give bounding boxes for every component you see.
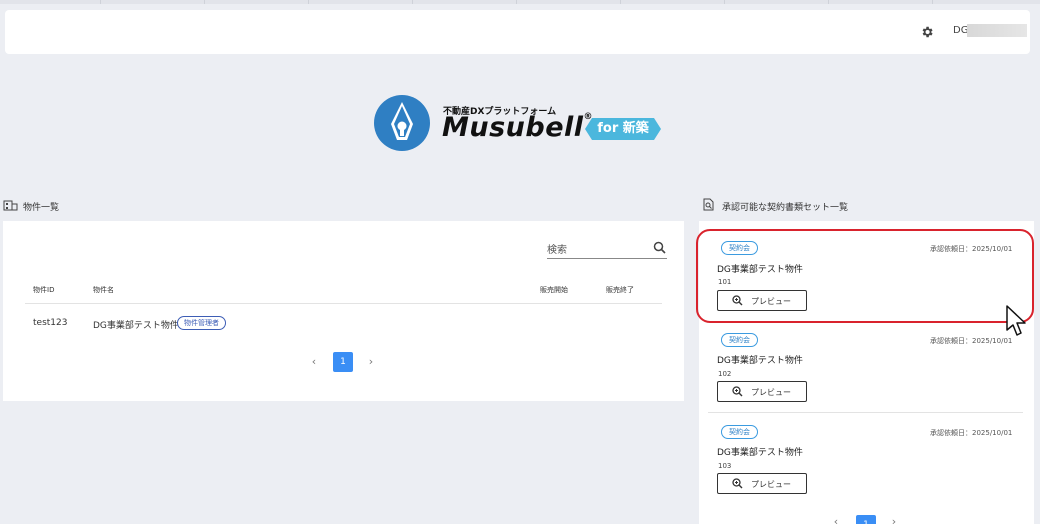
contracts-title: 承認可能な契約書類セット一覧 xyxy=(722,203,849,213)
properties-title: 物件一覧 xyxy=(23,203,60,213)
column-header-name[interactable]: 物件名 xyxy=(93,285,114,295)
pen-nib-logo-icon xyxy=(374,95,430,151)
table-header-divider xyxy=(25,303,662,304)
logo-brand: Musubell® xyxy=(442,112,593,143)
zoom-in-icon xyxy=(732,478,743,489)
preview-button[interactable]: プレビュー xyxy=(717,473,807,494)
column-header-start[interactable]: 販売開始 xyxy=(540,285,568,295)
contract-property-name: DG事業部テスト物件 xyxy=(717,448,803,458)
musubell-logo: 不動産DXプラットフォーム Musubell® for 新築 xyxy=(373,94,673,154)
search-icon[interactable] xyxy=(653,241,666,254)
gear-icon[interactable] xyxy=(920,25,934,39)
property-name[interactable]: DG事業部テスト物件 xyxy=(93,318,179,331)
preview-button[interactable]: プレビュー xyxy=(717,381,807,402)
mouse-cursor-icon xyxy=(1006,305,1026,336)
app-header: DG xyxy=(5,10,1030,54)
approval-request-date: 承認依頼日：2025/10/01 xyxy=(930,429,1013,437)
properties-section-title: 物件一覧 xyxy=(3,198,123,213)
approval-request-date: 承認依頼日：2025/10/01 xyxy=(930,337,1013,345)
property-id[interactable]: test123 xyxy=(33,318,67,328)
role-badge: 物件管理者 xyxy=(177,316,226,330)
contracts-next-page-button[interactable]: › xyxy=(885,513,903,524)
preview-button-label: プレビュー xyxy=(751,480,791,489)
logo-badge-text: for 新築 xyxy=(597,121,649,136)
contract-tag: 契約会 xyxy=(721,333,758,347)
properties-page-1-button[interactable]: 1 xyxy=(333,352,353,372)
redacted-user-name xyxy=(967,24,1027,37)
contract-property-name: DG事業部テスト物件 xyxy=(717,356,803,366)
contracts-prev-page-button[interactable]: ‹ xyxy=(827,513,845,524)
logo-brand-text: Musubell xyxy=(442,112,584,143)
contract-tag: 契約会 xyxy=(721,425,758,439)
contract-room-number: 102 xyxy=(718,370,732,378)
card-divider xyxy=(708,412,1023,413)
document-search-icon xyxy=(703,198,714,211)
preview-button-label: プレビュー xyxy=(751,388,791,397)
window-top-strip xyxy=(0,0,1040,4)
contracts-section-title: 承認可能な契約書類セット一覧 xyxy=(702,198,902,213)
column-header-end[interactable]: 販売終了 xyxy=(606,285,634,295)
properties-next-page-button[interactable]: › xyxy=(362,353,380,371)
contracts-page-1-button[interactable]: 1 xyxy=(856,515,876,524)
properties-prev-page-button[interactable]: ‹ xyxy=(305,353,323,371)
highlight-annotation xyxy=(696,229,1034,323)
zoom-in-icon xyxy=(732,386,743,397)
column-header-id[interactable]: 物件ID xyxy=(33,285,54,295)
search-input[interactable] xyxy=(547,241,647,260)
logo-badge: for 新築 xyxy=(585,118,661,140)
search-box xyxy=(547,238,667,260)
building-icon xyxy=(3,200,18,211)
contract-room-number: 103 xyxy=(718,462,732,470)
